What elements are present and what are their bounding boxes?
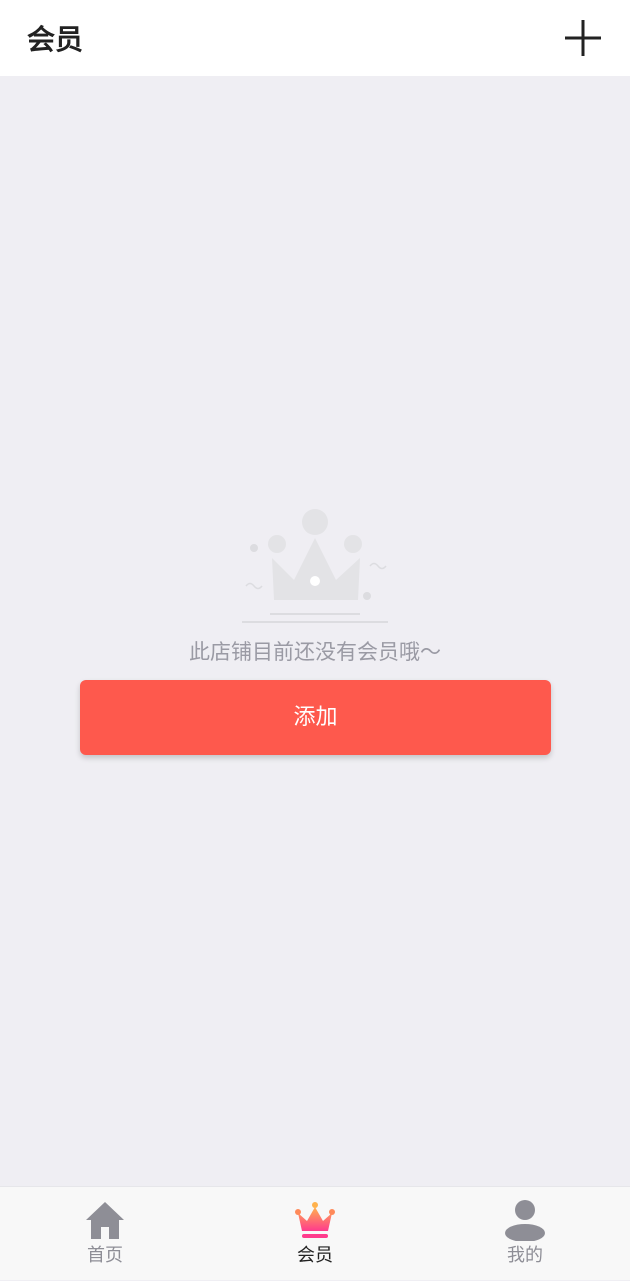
- person-icon: [505, 1200, 545, 1241]
- tab-members[interactable]: 会员: [210, 1187, 420, 1281]
- tab-home-label: 首页: [87, 1245, 123, 1266]
- tab-members-label: 会员: [297, 1245, 333, 1266]
- tab-home[interactable]: 首页: [0, 1187, 210, 1281]
- main-content: 此店铺目前还没有会员哦～ 添加: [0, 76, 630, 1186]
- page-title: 会员: [27, 23, 84, 56]
- empty-message: 此店铺目前还没有会员哦～: [189, 640, 441, 664]
- tab-mine-label: 我的: [507, 1245, 543, 1266]
- top-header: 会员: [0, 0, 630, 76]
- crown-illustration: [242, 509, 388, 623]
- bottom-tab-bar: 首页 会员 我的: [0, 1186, 630, 1280]
- home-icon: [86, 1202, 124, 1239]
- tab-mine[interactable]: 我的: [420, 1187, 630, 1281]
- crown-icon: [295, 1202, 335, 1238]
- add-member-button[interactable]: 添加: [80, 680, 551, 755]
- plus-icon[interactable]: [564, 19, 602, 57]
